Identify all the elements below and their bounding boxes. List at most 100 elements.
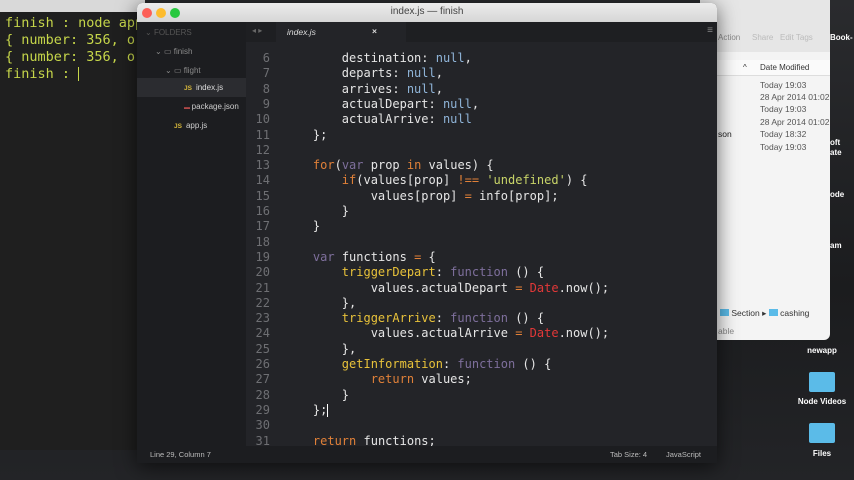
code-token: }; [284,402,328,417]
folders-header[interactable]: ⌄ FOLDERS [145,28,192,37]
edit-tags-button[interactable]: Edit Tags [780,33,813,42]
code-line[interactable]: arrives: null, [284,82,443,96]
code-line[interactable]: values[prop] = info[prop]; [284,189,559,203]
code-line[interactable]: }, [284,296,356,310]
code-line[interactable]: triggerArrive: function () { [284,311,544,325]
date-modified-header[interactable]: Date Modified [760,63,809,72]
path-cashing[interactable]: cashing [780,308,809,318]
window-titlebar: index.js — finish [137,3,717,22]
sidebar-item-index-js[interactable]: JS index.js [137,78,246,97]
code-line[interactable]: destination: null, [284,51,472,65]
code-line[interactable]: return values; [284,372,472,386]
code-token: : [442,357,458,371]
code-token: }, [284,341,357,356]
syntax-selector[interactable]: JavaScript [666,450,701,459]
code-line[interactable]: } [284,204,349,218]
sidebar-item-app-js[interactable]: JS app.js [174,121,207,130]
terminal-output[interactable]: finish : node app{ number: 356, or{ numb… [0,12,145,86]
desktop-item-files[interactable]: Files [792,449,852,458]
code-line[interactable]: }; [284,128,327,142]
code-line[interactable]: }, [284,342,356,356]
code-line[interactable]: if(values[prop] !== 'undefined') { [284,173,588,187]
code-token: null [435,51,465,65]
line-number: 23 [255,311,270,326]
terminal-line: finish : node app [5,15,144,31]
code-line[interactable]: values.actualDepart = Date.now(); [284,281,609,295]
code-line[interactable]: getInformation: function () { [284,357,552,371]
cursor-position: Line 29, Column 7 [150,450,211,459]
folders-header-label: FOLDERS [153,28,192,37]
code-token: Date [529,326,559,341]
finder-column-header[interactable]: ^ Date Modified [700,60,830,76]
sidebar-item-finish[interactable]: ⌄ ▭ finish [155,47,192,56]
finder-date[interactable]: 28 Apr 2014 01:02 [760,92,829,102]
desktop-label-fragment: am [830,241,842,250]
code-token: !== [457,173,480,188]
sidebar-item-package-json[interactable]: ▬ package.json [184,102,239,111]
desktop-label-fragment: oft [830,138,841,147]
folder-icon [720,309,729,316]
line-number: 20 [255,265,270,280]
tab-index-js[interactable]: index.js × [276,22,406,42]
line-number: 24 [255,326,270,341]
code-line[interactable]: triggerDepart: function () { [284,265,544,279]
folder-icon[interactable] [809,423,835,443]
code-token: ( [334,158,342,173]
code-line[interactable]: actualDepart: null, [284,97,479,111]
desktop-item-node-videos[interactable]: Node Videos [792,397,852,406]
code-token: prop [363,158,407,173]
finder-date[interactable]: Today 19:03 [760,104,806,114]
code-line[interactable]: }; [284,402,329,417]
code-token: actualDepart: [284,96,443,111]
code-line[interactable]: departs: null, [284,66,443,80]
code-token: function [450,265,508,280]
code-token: null [406,66,436,81]
code-token: , [435,81,443,96]
path-section[interactable]: Section [731,308,759,318]
terminal-window[interactable]: finish : node app{ number: 356, or{ numb… [0,0,145,450]
tab-nav-arrows-icon[interactable]: ◂ ▸ [252,26,262,35]
desktop-label-fragment: Book- [830,33,853,42]
line-number: 7 [262,66,270,81]
code-line[interactable]: for(var prop in values) { [284,158,494,172]
code-line[interactable]: var functions = { [284,250,436,264]
code-line[interactable]: values.actualArrive = Date.now(); [284,326,609,340]
code-line[interactable]: actualArrive: null [284,112,472,126]
line-number: 18 [255,234,270,249]
finder-date[interactable]: Today 18:32 [760,129,806,139]
line-number: 13 [255,158,270,173]
code-line[interactable]: } [284,219,320,233]
code-editor[interactable]: 6 destination: null, 7 departs: null, 8 ar… [246,42,717,446]
code-token: () { [507,311,545,326]
code-line[interactable]: } [284,388,349,402]
code-token: values) { [421,158,494,173]
finder-window[interactable]: Action Share Edit Tags ^ Date Modified To… [700,0,830,340]
code-token: return [370,372,415,387]
desktop-item-newapp[interactable]: newapp [792,346,852,355]
finder-date[interactable]: Today 19:03 [760,142,806,152]
sidebar-item-label: finish [173,47,193,56]
folder-icon[interactable] [809,372,835,392]
line-number: 11 [255,127,270,142]
line-number: 17 [255,219,270,234]
line-number: 15 [255,188,270,203]
line-number: 10 [255,112,270,127]
folder-icon [768,309,778,316]
line-number: 28 [255,387,270,402]
sublime-window[interactable]: index.js — finish ⌄ FOLDERS ⌄ ▭ finish ⌄… [137,3,717,463]
sidebar: ⌄ FOLDERS ⌄ ▭ finish ⌄ ▭ flight JS index.… [137,22,246,446]
menu-icon[interactable]: ≡ [707,25,713,36]
action-button[interactable]: Action [718,33,740,42]
terminal-prompt: finish : [5,66,140,83]
close-tab-icon[interactable]: × [372,26,377,36]
finder-name[interactable]: son [718,129,732,139]
sidebar-item-flight[interactable]: ⌄ ▭ flight [165,66,201,75]
tab-bar: ◂ ▸ index.js × ≡ [246,22,717,42]
tab-size-selector[interactable]: Tab Size: 4 [610,450,647,459]
code-token: departs: [284,66,407,81]
desktop-label-fragment: ate [830,148,842,157]
code-line[interactable]: return functions; [284,434,436,447]
finder-date[interactable]: Today 19:03 [760,80,806,90]
share-button[interactable]: Share [752,33,773,42]
finder-date[interactable]: 28 Apr 2014 01:02 [760,117,829,127]
